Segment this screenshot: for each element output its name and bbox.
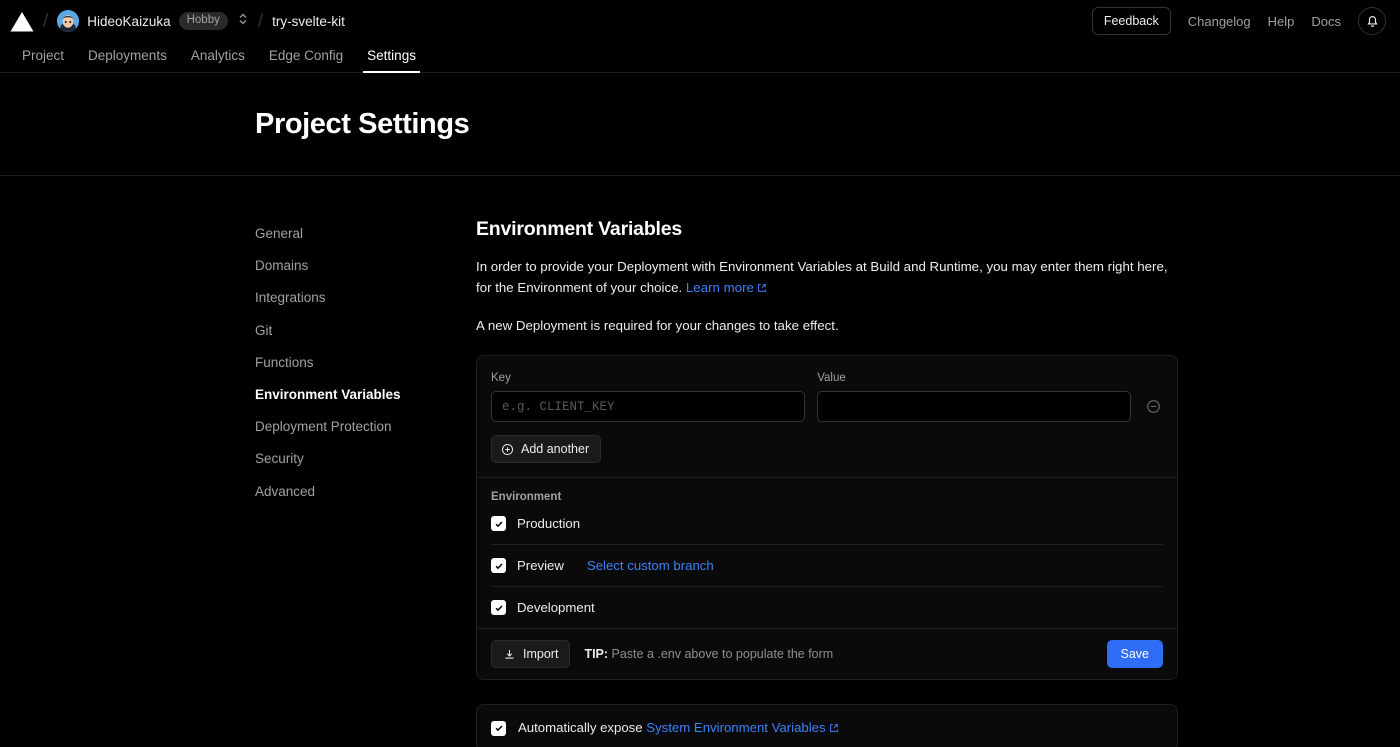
system-environment-variables-link[interactable]: System Environment Variables [646, 720, 825, 735]
check-icon [495, 562, 502, 569]
vercel-triangle-logo-svg [10, 11, 34, 31]
section-description-text: In order to provide your Deployment with… [476, 259, 1168, 295]
bell-icon [1366, 15, 1378, 27]
import-label: Import [523, 647, 559, 661]
top-header-bar: / HideoKaizuka Hobby / try-svelte-kit Fe… [0, 0, 1400, 42]
environment-section: Environment Production Preview Select cu… [477, 477, 1177, 628]
sidebar-item-environment-variables[interactable]: Environment Variables [255, 379, 476, 411]
environment-row-preview: Preview Select custom branch [491, 545, 1163, 587]
environment-variables-panel: Environment Variables In order to provid… [476, 218, 1178, 747]
auto-expose-prefix: Automatically expose [518, 720, 647, 735]
avatar [57, 10, 80, 32]
external-link-icon [829, 721, 839, 736]
tab-edge-config[interactable]: Edge Config [257, 48, 355, 72]
download-icon [505, 649, 514, 659]
import-button[interactable]: Import [491, 640, 571, 668]
project-tabs: Project Deployments Analytics Edge Confi… [0, 42, 1400, 73]
sidebar-item-deployment-protection[interactable]: Deployment Protection [255, 411, 476, 443]
breadcrumb-separator-2: / [257, 10, 264, 32]
checkbox-preview[interactable] [491, 558, 506, 573]
env-var-form-body: Key Value [477, 356, 1177, 477]
key-field-group: Key [491, 372, 806, 422]
env-var-form-card: Key Value [476, 355, 1178, 680]
checkbox-development[interactable] [491, 600, 506, 615]
external-link-icon-svg [829, 724, 838, 732]
feedback-button[interactable]: Feedback [1091, 7, 1171, 35]
environment-label-development: Development [517, 600, 595, 615]
breadcrumb-user-name: HideoKaizuka [87, 13, 171, 29]
vercel-triangle-logo-icon[interactable] [10, 11, 34, 32]
sidebar-item-functions[interactable]: Functions [255, 347, 476, 379]
learn-more-link[interactable]: Learn more [686, 280, 754, 295]
nav-link-help[interactable]: Help [1268, 14, 1295, 29]
sidebar-item-general[interactable]: General [255, 218, 476, 250]
environment-section-label: Environment [491, 491, 562, 503]
add-another-label: Add another [521, 442, 590, 456]
tab-project[interactable]: Project [10, 48, 76, 72]
nav-link-changelog[interactable]: Changelog [1188, 14, 1251, 29]
value-label: Value [817, 372, 846, 384]
settings-sidebar: General Domains Integrations Git Functio… [255, 218, 476, 747]
value-input[interactable] [817, 391, 1132, 422]
circle-plus-icon [501, 443, 514, 455]
scope-switcher-button[interactable] [228, 11, 249, 32]
avatar-image [57, 10, 80, 32]
check-icon [495, 520, 502, 527]
section-description: In order to provide your Deployment with… [476, 256, 1176, 299]
nav-link-docs[interactable]: Docs [1311, 14, 1341, 29]
select-custom-branch-link[interactable]: Select custom branch [587, 558, 714, 573]
sidebar-item-domains[interactable]: Domains [255, 250, 476, 282]
tab-deployments[interactable]: Deployments [76, 48, 179, 72]
breadcrumb-user[interactable]: HideoKaizuka Hobby [57, 10, 228, 32]
sidebar-item-integrations[interactable]: Integrations [255, 282, 476, 314]
sidebar-item-security[interactable]: Security [255, 443, 476, 475]
check-icon [495, 604, 502, 611]
checkbox-auto-expose[interactable] [491, 720, 506, 736]
tip-body: Paste a .env above to populate the form [608, 647, 834, 661]
plan-badge: Hobby [178, 11, 228, 31]
auto-expose-text: Automatically expose System Environment … [518, 720, 839, 736]
key-value-row: Key Value [491, 372, 1163, 422]
chevron-up-down-icon [239, 12, 247, 25]
check-icon [495, 725, 502, 732]
deployment-note: A new Deployment is required for your ch… [476, 318, 839, 333]
page-title: Project Settings [255, 107, 470, 140]
env-var-form-footer: Import TIP: Paste a .env above to popula… [477, 628, 1177, 679]
tab-analytics[interactable]: Analytics [179, 48, 257, 72]
environment-label-preview: Preview [517, 558, 564, 573]
circle-minus-icon [1146, 400, 1160, 413]
page-title-band: Project Settings [0, 73, 1400, 176]
external-link-icon-svg [758, 284, 766, 292]
sidebar-item-advanced[interactable]: Advanced [255, 476, 476, 508]
key-label: Key [491, 372, 511, 384]
tip-prefix: TIP: [584, 647, 609, 661]
tab-settings[interactable]: Settings [355, 48, 428, 73]
add-another-button[interactable]: Add another [491, 435, 602, 463]
notifications-button[interactable] [1358, 7, 1386, 35]
breadcrumb-project-name[interactable]: try-svelte-kit [272, 14, 345, 29]
header-actions: Feedback Changelog Help Docs [1091, 7, 1386, 35]
settings-body: General Domains Integrations Git Functio… [0, 176, 1400, 747]
environment-label-production: Production [517, 516, 581, 531]
environment-row-development: Development [491, 587, 1163, 628]
tip-text: TIP: Paste a .env above to populate the … [584, 647, 833, 661]
section-title: Environment Variables [476, 218, 683, 240]
key-input[interactable] [491, 391, 806, 422]
auto-expose-card: Automatically expose System Environment … [476, 704, 1178, 747]
checkbox-production[interactable] [491, 516, 506, 531]
sidebar-item-git[interactable]: Git [255, 315, 476, 347]
breadcrumb-separator-1: / [43, 10, 49, 32]
environment-row-production: Production [491, 503, 1163, 545]
value-field-group: Value [817, 372, 1132, 422]
save-button[interactable]: Save [1106, 640, 1163, 668]
external-link-icon [757, 278, 767, 299]
remove-variable-button[interactable] [1143, 391, 1163, 422]
